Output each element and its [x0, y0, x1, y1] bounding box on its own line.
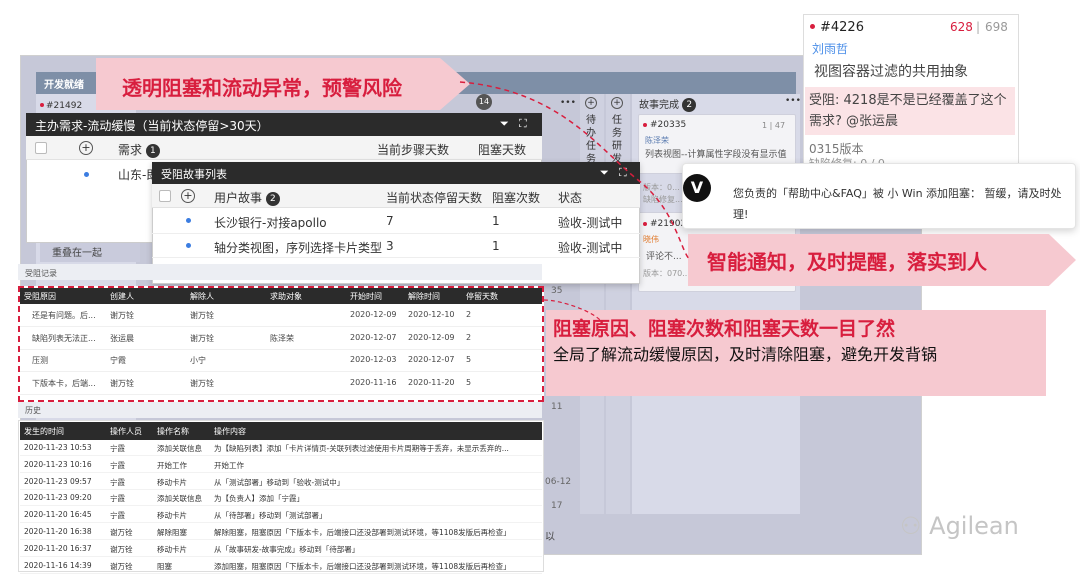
- connector-lines: [459, 81, 691, 321]
- watermark: ⚇ Agilean: [900, 512, 1019, 540]
- wechat-icon: ⚇: [900, 512, 922, 540]
